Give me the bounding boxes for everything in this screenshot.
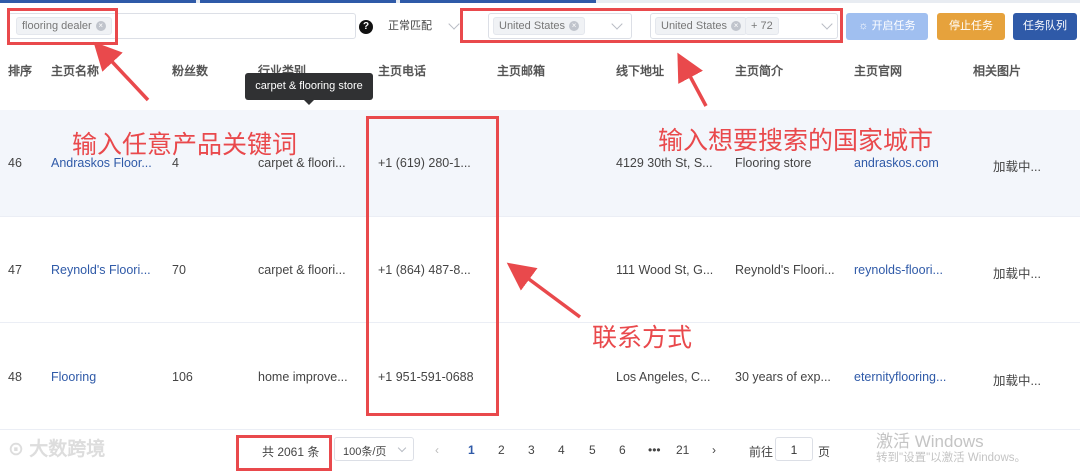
page-number[interactable]: 2	[498, 443, 505, 457]
arrow-to-keyword	[93, 41, 150, 102]
total-count: 共 2061 条	[262, 445, 320, 459]
logo-icon: ⊙	[8, 439, 30, 460]
chevron-down-icon	[397, 443, 407, 453]
page-size-select[interactable]: 100条/页	[334, 437, 414, 461]
arrow-to-country	[677, 52, 708, 107]
page-ellipsis[interactable]: •••	[648, 443, 661, 457]
brand-watermark-label: 大数跨境	[29, 439, 106, 460]
windows-activate-sub: 转到"设置"以激活 Windows。	[876, 452, 1027, 464]
annotation-arrows	[93, 41, 708, 319]
goto-label: 前往	[749, 445, 774, 459]
page-number[interactable]: 6	[619, 443, 626, 457]
page-number[interactable]: 4	[558, 443, 565, 457]
page-suffix: 页	[818, 445, 831, 459]
arrow-to-contact	[506, 262, 582, 319]
prev-page-icon[interactable]: ‹	[435, 443, 439, 457]
goto-page-input[interactable]: 1	[775, 437, 813, 461]
brand-watermark: ⊙ 大数跨境	[8, 434, 105, 461]
next-page-icon[interactable]: ›	[712, 443, 716, 457]
page-number[interactable]: 5	[589, 443, 596, 457]
page-size-value: 100条/页	[343, 446, 387, 458]
page-number[interactable]: 1	[468, 443, 475, 457]
page-number[interactable]: 3	[528, 443, 535, 457]
page-number[interactable]: 21	[676, 443, 689, 457]
